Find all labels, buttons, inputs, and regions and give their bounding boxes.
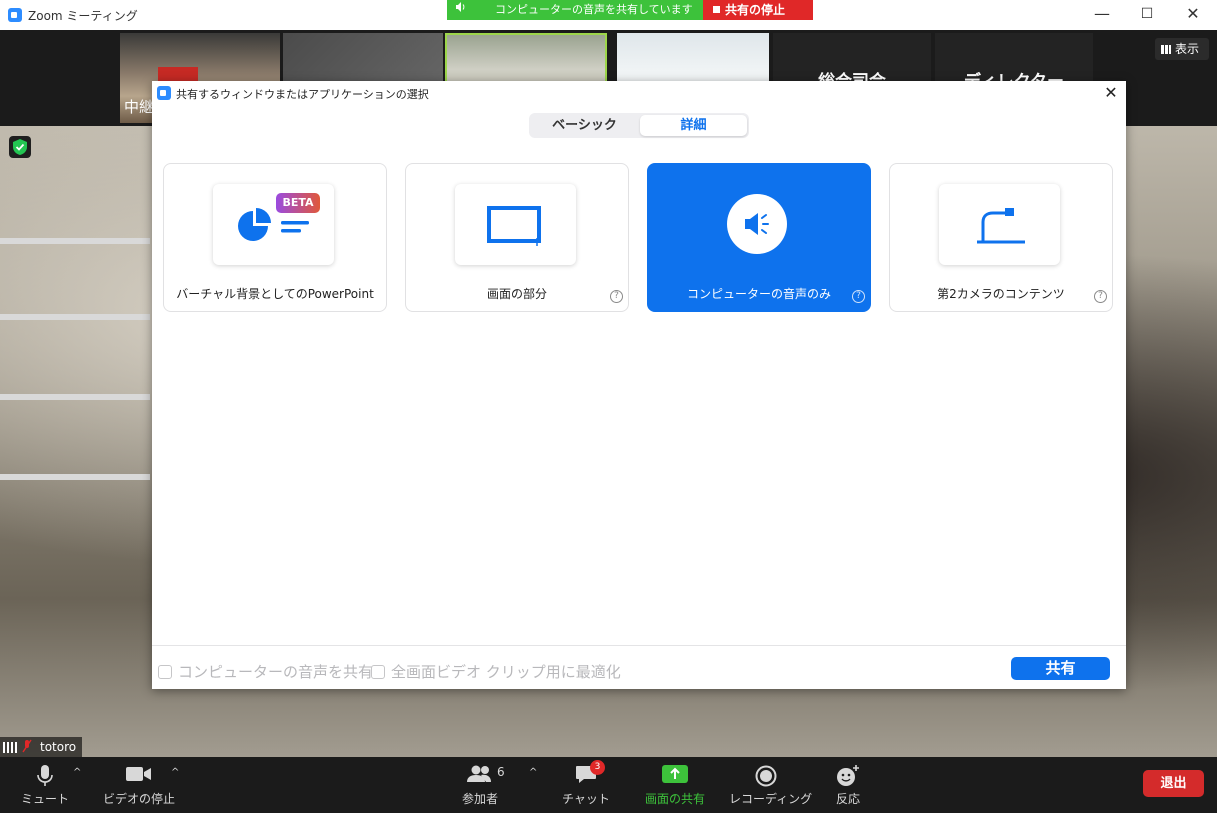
zoom-app-icon <box>157 86 171 100</box>
option-powerpoint-background[interactable]: BETA バーチャル背景としてのPowerPoint <box>163 163 387 312</box>
window-title: Zoom ミーティング <box>28 9 138 23</box>
background-shelf <box>0 474 150 480</box>
option-screen-portion[interactable]: 画面の部分 ? <box>405 163 629 312</box>
option-icon-tile <box>939 184 1060 265</box>
participants-count: 6 <box>497 765 505 779</box>
screen-portion-icon <box>487 206 545 250</box>
view-button[interactable]: 表示 <box>1155 38 1209 60</box>
dialog-title: 共有するウィンドウまたはアプリケーションの選択 <box>176 88 429 101</box>
share-status-banner: コンピューターの音声を共有しています <box>447 0 703 20</box>
share-computer-audio-checkbox[interactable]: コンピューターの音声を共有 <box>158 661 373 682</box>
participants-icon <box>467 765 493 786</box>
share-screen-icon <box>662 765 688 786</box>
share-tab-switcher: ベーシック 詳細 <box>529 113 749 138</box>
speaker-icon <box>455 0 467 20</box>
stop-icon <box>713 6 720 13</box>
stop-share-button[interactable]: 共有の停止 <box>703 0 813 20</box>
beta-badge: BETA <box>276 193 320 213</box>
participants-options-caret[interactable]: ^ <box>529 767 537 778</box>
speaker-icon <box>727 194 787 254</box>
emoji-add-icon <box>836 765 860 790</box>
video-options-caret[interactable]: ^ <box>171 767 179 778</box>
tab-basic[interactable]: ベーシック <box>531 115 638 136</box>
reactions-label: 反応 <box>835 792 860 806</box>
minimize-button[interactable]: — <box>1079 0 1125 30</box>
option-icon-tile: BETA <box>213 184 334 265</box>
signal-strength-icon <box>3 742 17 753</box>
stop-video-button[interactable]: ビデオの停止 <box>103 757 175 813</box>
meeting-toolbar: ミュート ^ ビデオの停止 ^ 参加者 6 ^ チャット 3 画面の共有 レコー… <box>0 757 1217 813</box>
tab-advanced[interactable]: 詳細 <box>640 115 747 136</box>
option-icon-tile <box>455 184 576 265</box>
share-status-text: コンピューターの音声を共有しています <box>495 3 693 16</box>
grid-icon <box>1161 45 1171 54</box>
chat-label: チャット <box>562 792 610 806</box>
mute-button[interactable]: ミュート <box>10 757 80 813</box>
dialog-footer-divider <box>152 645 1126 646</box>
participants-label: 参加者 <box>461 792 498 806</box>
zoom-app-icon <box>8 8 22 22</box>
optimize-video-clip-checkbox[interactable]: 全画面ビデオ クリップ用に最適化 <box>371 661 621 682</box>
checkbox-box <box>158 665 172 679</box>
background-shelf <box>0 314 150 320</box>
powerpoint-chart-icon <box>237 208 311 248</box>
share-button[interactable]: 共有 <box>1011 657 1110 680</box>
checkbox-label: 全画面ビデオ クリップ用に最適化 <box>391 663 621 681</box>
leave-meeting-button[interactable]: 退出 <box>1143 770 1204 797</box>
microphone-icon <box>37 765 53 790</box>
view-button-label: 表示 <box>1175 42 1200 56</box>
share-screen-button[interactable]: 画面の共有 <box>640 757 710 813</box>
background-shelf <box>0 394 150 400</box>
checkbox-label: コンピューターの音声を共有 <box>178 663 374 681</box>
maximize-button[interactable]: ☐ <box>1124 0 1170 30</box>
stop-video-label: ビデオの停止 <box>103 792 176 806</box>
option-label: バーチャル背景としてのPowerPoint <box>176 287 374 301</box>
mute-label: ミュート <box>20 792 69 806</box>
record-button[interactable]: レコーディング <box>729 757 813 813</box>
option-label: 画面の部分 <box>486 287 547 301</box>
close-window-button[interactable]: ✕ <box>1170 0 1216 30</box>
dialog-close-icon[interactable]: ✕ <box>1102 83 1120 102</box>
option-computer-audio-only[interactable]: コンピューターの音声のみ ? <box>647 163 871 312</box>
mic-muted-icon <box>22 739 32 759</box>
share-screen-label: 画面の共有 <box>644 792 705 806</box>
option-label: コンピューターの音声のみ <box>686 287 831 301</box>
background-shelf <box>0 238 150 244</box>
share-select-dialog: 共有するウィンドウまたはアプリケーションの選択 ✕ ベーシック 詳細 BETA … <box>152 81 1126 689</box>
participant-name: totoro <box>40 740 77 754</box>
reactions-button[interactable]: 反応 <box>828 757 868 813</box>
checkbox-box <box>371 665 385 679</box>
option-icon-tile <box>697 184 818 265</box>
document-camera-icon <box>973 204 1027 250</box>
chat-unread-badge: 3 <box>590 760 605 775</box>
mute-options-caret[interactable]: ^ <box>73 767 81 778</box>
help-icon[interactable]: ? <box>852 290 865 303</box>
encryption-shield-icon[interactable] <box>9 136 31 158</box>
stop-share-label: 共有の停止 <box>725 3 786 17</box>
participant-thumbnail-name: 中継 <box>124 98 155 116</box>
dialog-titlebar: 共有するウィンドウまたはアプリケーションの選択 ✕ <box>152 81 1126 105</box>
record-label: レコーディング <box>729 792 813 806</box>
participant-name-tag: totoro <box>0 737 82 757</box>
option-second-camera[interactable]: 第2カメラのコンテンツ ? <box>889 163 1113 312</box>
help-icon[interactable]: ? <box>610 290 623 303</box>
record-icon <box>755 765 777 790</box>
video-camera-icon <box>126 765 152 786</box>
help-icon[interactable]: ? <box>1094 290 1107 303</box>
option-label: 第2カメラのコンテンツ <box>937 287 1065 301</box>
